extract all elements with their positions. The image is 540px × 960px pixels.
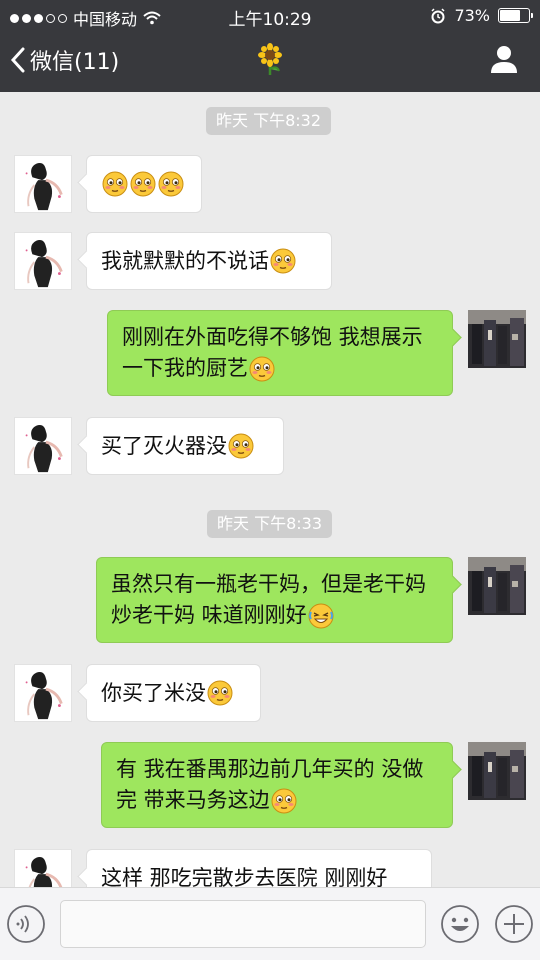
nav-bar: 微信(11) xyxy=(0,30,540,92)
message-bubble[interactable]: 你买了米没 xyxy=(86,664,261,722)
timestamp: 昨天 下午8:32 xyxy=(206,107,332,135)
blush-emoji-icon xyxy=(271,788,297,814)
my-message-bubble[interactable]: 虽然只有一瓶老干妈，但是老干妈炒老干妈 味道刚刚好 xyxy=(96,557,453,643)
my-avatar[interactable] xyxy=(468,557,526,615)
message-bubble[interactable]: 我就默默的不说话 xyxy=(86,232,332,290)
status-right: 73% xyxy=(430,6,533,25)
voice-input-button[interactable] xyxy=(6,904,46,944)
back-button[interactable]: 微信(11) xyxy=(10,44,119,76)
battery-percent: 73% xyxy=(454,6,490,25)
blush-emoji-icon xyxy=(102,171,128,197)
message-text: 有 我在番禺那边前几年买的 没做完 带来马务这边 xyxy=(116,754,438,816)
profile-button[interactable] xyxy=(490,44,518,74)
input-bar xyxy=(0,887,540,960)
my-message-bubble[interactable]: 刚刚在外面吃得不够饱 我想展示一下我的厨艺 xyxy=(107,310,453,396)
laugh-cry-emoji-icon xyxy=(308,603,334,629)
my-message-bubble[interactable]: 有 我在番禺那边前几年买的 没做完 带来马务这边 xyxy=(101,742,453,828)
blush-emoji-icon xyxy=(130,171,156,197)
sunflower-icon xyxy=(258,43,282,75)
more-button[interactable] xyxy=(494,904,534,944)
avatar[interactable] xyxy=(14,849,72,887)
back-label: 微信(11) xyxy=(30,50,120,75)
battery-fill xyxy=(500,10,521,21)
message-bubble[interactable]: 这样 那吃完散步去医院 刚刚好 xyxy=(86,849,432,887)
top-bar: 中国移动 上午10:29 73% 微信(11) xyxy=(0,0,540,92)
blush-emoji-icon xyxy=(158,171,184,197)
message-text: 买了灭火器没 xyxy=(101,433,227,458)
message-text: 虽然只有一瓶老干妈，但是老干妈炒老干妈 味道刚刚好 xyxy=(111,569,438,631)
message-bubble[interactable] xyxy=(86,155,202,213)
timestamp: 昨天 下午8:33 xyxy=(207,510,333,538)
message-text: 这样 那吃完散步去医院 刚刚好 xyxy=(101,865,388,888)
avatar[interactable] xyxy=(14,232,72,290)
battery-icon xyxy=(498,8,533,23)
message-input[interactable] xyxy=(60,900,426,948)
status-bar: 中国移动 上午10:29 73% xyxy=(0,0,540,30)
blush-emoji-icon xyxy=(249,356,275,382)
chevron-left-icon xyxy=(10,47,25,73)
message-text-part: 虽然只有一瓶老干妈，但是老干妈炒老干妈 味道刚刚好 xyxy=(111,572,426,627)
avatar[interactable] xyxy=(14,417,72,475)
my-avatar[interactable] xyxy=(468,742,526,800)
message-bubble[interactable]: 买了灭火器没 xyxy=(86,417,284,475)
blush-emoji-icon xyxy=(270,248,296,274)
message-text: 你买了米没 xyxy=(101,680,206,705)
message-text: 刚刚在外面吃得不够饱 我想展示一下我的厨艺 xyxy=(122,322,438,384)
alarm-icon xyxy=(431,7,445,23)
blush-emoji-icon xyxy=(207,680,233,706)
message-text-part: 有 我在番禺那边前几年买的 没做完 带来马务这边 xyxy=(116,757,424,812)
my-avatar[interactable] xyxy=(468,310,526,368)
avatar[interactable] xyxy=(14,664,72,722)
blush-emoji-icon xyxy=(228,433,254,459)
emoji-button[interactable] xyxy=(440,904,480,944)
avatar[interactable] xyxy=(14,155,72,213)
message-text: 我就默默的不说话 xyxy=(101,248,269,273)
chat-area[interactable]: 昨天 下午8:32 我就默默的不说话 刚刚在外面吃得不够饱 我想展示一下我的厨艺… xyxy=(0,92,540,887)
